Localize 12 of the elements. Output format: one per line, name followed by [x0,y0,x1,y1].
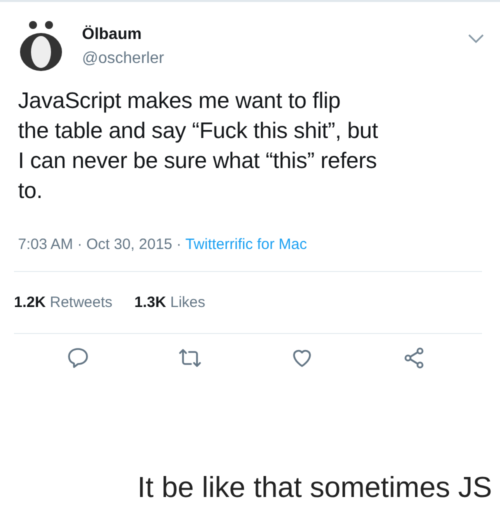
tweet-timestamp: 7:03 AM · Oct 30, 2015 · Twitterrific for Mac [18,236,308,253]
caption: It be like that sometimes JS [137,472,492,505]
retweet-icon[interactable] [178,346,202,370]
user-name: Ölbaum [82,26,143,44]
chevron-icon[interactable] [468,34,484,44]
tweet-text: JavaScript makes me want to flip the table and say “Fuck this shit”, but I can never be sure what “this” refers to. [18,87,379,205]
stat-count[interactable]: 1.2K Retweets [14,294,112,311]
avatar-icon [18,20,64,72]
user-handle: @oscherler [82,50,166,68]
stat-count[interactable]: 1.3K Likes [134,294,206,311]
reply-icon[interactable] [66,346,90,370]
share-icon[interactable] [402,346,426,370]
